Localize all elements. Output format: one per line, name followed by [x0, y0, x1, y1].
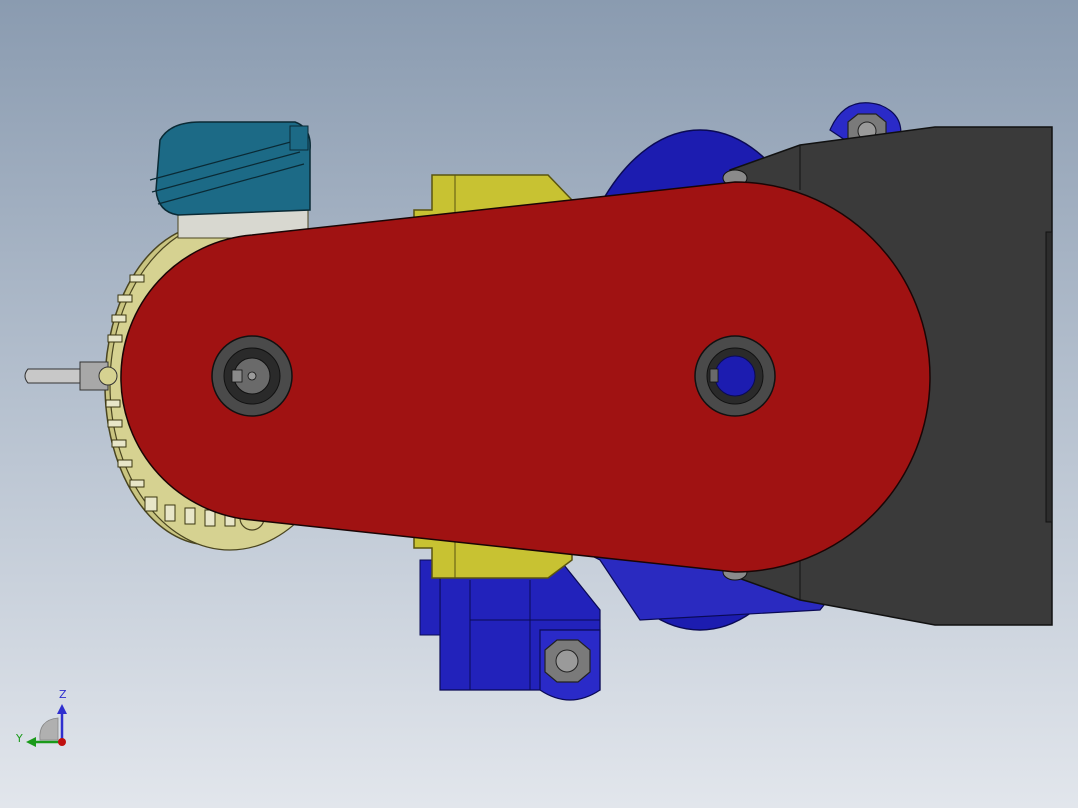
triad-x-axis-dot: [58, 738, 66, 746]
triad-y-label: Y: [16, 732, 23, 745]
terminal-box: [149, 121, 311, 216]
cad-model-drawing: [24, 102, 1053, 747]
motor-shaft: [24, 361, 118, 391]
triad-y-arrowhead: [26, 737, 36, 747]
triad-z-label: Z: [59, 688, 67, 701]
hex-nut-lower: [544, 639, 591, 683]
triad-z-arrowhead: [57, 704, 67, 714]
driven-shaft-opening: [694, 335, 776, 417]
cad-viewport[interactable]: Z Y: [0, 0, 1078, 808]
drive-pulley-opening: [211, 335, 293, 417]
triad-plane: [39, 717, 59, 741]
coordinate-triad: [26, 704, 67, 747]
